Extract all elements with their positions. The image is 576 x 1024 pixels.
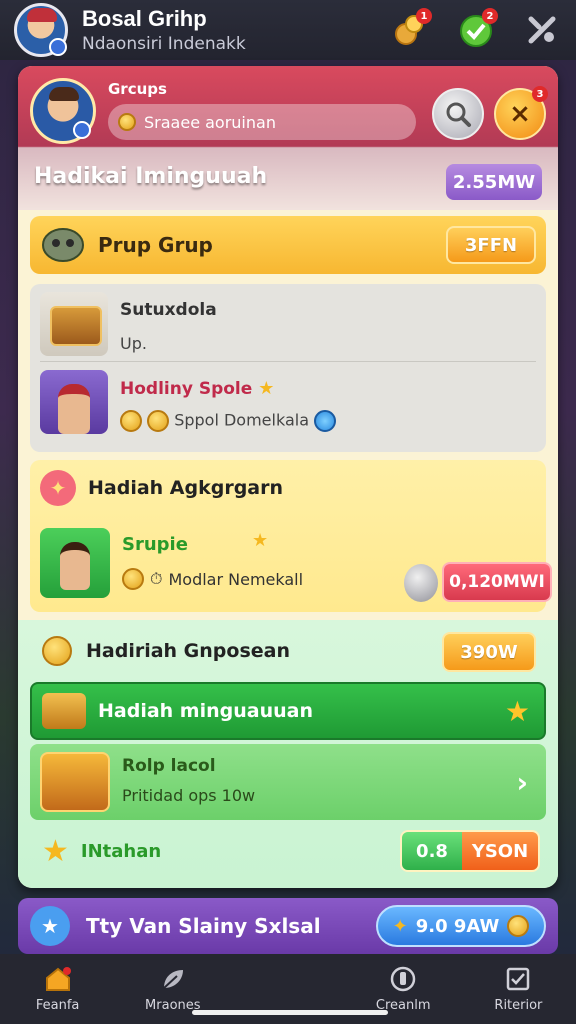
star-icon: ★ — [258, 378, 275, 399]
group-bar-label: Prup Grup — [98, 233, 213, 257]
clock-icon: ⏱ — [150, 569, 163, 588]
player-sub: ⏱ Modlar Nemekall — [122, 568, 303, 590]
star-icon: ★ — [504, 694, 530, 728]
bulb-icon — [118, 113, 136, 131]
reward-card-header: ✦ Hadiah Agkgrgarn — [40, 470, 283, 506]
list-item-title: Sutuxdola — [120, 300, 217, 320]
promo-bar[interactable]: ★ Tty Van Slainy Sxlsal ✦ 9.0 9AW — [18, 898, 558, 954]
search-placeholder: Sraaee aoruinan — [144, 112, 276, 132]
mask-icon — [42, 228, 84, 262]
gift-icon: ✦ — [40, 470, 76, 506]
search-icon — [446, 102, 471, 127]
app-title: Bosal Grihp — [82, 6, 207, 31]
footer-value-b: YSON — [462, 832, 538, 870]
check-shield-icon[interactable]: 2 — [456, 8, 498, 50]
groups-label: Grcups — [108, 80, 167, 98]
home-icon — [45, 966, 71, 991]
section-group: Prup Grup 3FFN Sutuxdola Up. Hodliny Spo… — [18, 210, 558, 620]
nav-item-label: Feanfa — [35, 997, 80, 1013]
list-item-sub: Sppol Domelkala — [120, 410, 337, 432]
coin-icon — [147, 410, 170, 432]
nav-item-home[interactable]: Feanfa — [0, 954, 115, 1024]
top-titles: Bosal Grihp Ndaonsiri Indenakk — [82, 6, 246, 54]
top-icons: 1 2 — [390, 8, 562, 50]
check-badge: 2 — [482, 8, 498, 24]
reward-item-title: Rolp lacol — [122, 756, 216, 776]
close-badge: 3 — [532, 86, 548, 102]
list-item[interactable]: Sutuxdola Up. — [40, 292, 536, 362]
coins-badge: 1 — [416, 8, 432, 24]
settings-icon-svg — [528, 16, 556, 44]
lock-icon — [404, 564, 438, 602]
weekly-reward-label: Hadiah minguauuan — [98, 700, 313, 722]
promo-label: Tty Van Slainy Sxlsal — [86, 914, 321, 938]
coin-icon — [122, 568, 144, 590]
promo-value: 9.0 9AW — [415, 915, 500, 937]
coins-icon[interactable]: 1 — [390, 8, 432, 50]
group-bar[interactable]: Prup Grup 3FFN — [30, 216, 546, 274]
treasure-icon — [40, 752, 110, 812]
reward-card-title: Hadiah Agkgrgarn — [88, 477, 284, 499]
list-item-title: Hodliny Spole ★ — [120, 378, 274, 399]
section-rewards: Hadiriah Gnposean 390W Hadiah minguauuan… — [18, 620, 558, 888]
player-sub-text: Modlar Nemekall — [168, 569, 304, 589]
weekly-reward-bar[interactable]: Hadiah minguauuan ★ — [30, 682, 546, 740]
coin-icon — [507, 915, 530, 937]
shield-icon — [390, 966, 416, 991]
nav-item-filter[interactable]: Riterior — [461, 954, 576, 1024]
list-item-title-text: Hodliny Spole — [120, 379, 253, 399]
promo-button[interactable]: ✦ 9.0 9AW — [376, 905, 546, 947]
rewards-header: Hadiriah Gnposean — [42, 636, 290, 666]
coins-icon — [120, 410, 142, 432]
search-button[interactable] — [432, 88, 484, 140]
claim-button[interactable]: 0,120MWI — [442, 562, 552, 602]
home-indicator[interactable] — [192, 1010, 388, 1015]
panel-title: Hadikai Iminguuah — [34, 164, 268, 189]
rewards-value[interactable]: 390W — [442, 632, 536, 672]
player-avatar — [40, 370, 108, 434]
avatar-badge-icon — [49, 38, 67, 56]
list-item-sub: Up. — [120, 334, 147, 353]
list-item-sub-text: Sppol Domelkala — [174, 410, 309, 430]
profile-avatar[interactable] — [14, 3, 68, 57]
panel-header: Grcups Sraaee aoruinan × 3 Hadikai Iming… — [18, 66, 558, 212]
top-bar: Bosal Grihp Ndaonsiri Indenakk 1 2 — [0, 0, 576, 60]
player-name: Srupie — [122, 534, 188, 555]
hat-icon — [27, 8, 57, 22]
nav-item-label: Riterior — [494, 997, 543, 1013]
reward-item[interactable]: Rolp lacol Pritidad ops 10w › — [30, 744, 546, 820]
chest-icon — [42, 693, 86, 729]
list-item[interactable]: Hodliny Spole ★ Sppol Domelkala — [40, 370, 536, 444]
search-input[interactable]: Sraaee aoruinan — [108, 104, 416, 140]
sparkle-icon: ✦ — [392, 915, 408, 937]
group-avatar-badge-icon — [73, 121, 91, 139]
footer-value-a: 0.8 — [402, 832, 462, 870]
hair-icon — [49, 87, 79, 101]
chest-icon — [40, 292, 108, 356]
settings-icon[interactable] — [522, 10, 562, 50]
coin-icon — [42, 636, 72, 666]
reward-card: ✦ Hadiah Agkgrgarn Srupie ★ ⏱ Modlar Nem… — [30, 460, 552, 612]
group-bar-value[interactable]: 3FFN — [446, 226, 536, 264]
panel-value-badge: 2.55MW — [446, 164, 542, 200]
rewards-footer-label: INtahan — [80, 841, 162, 862]
main-panel: Grcups Sraaee aoruinan × 3 Hadikai Iming… — [18, 66, 558, 888]
close-button[interactable]: × 3 — [494, 86, 548, 140]
close-icon: × — [509, 99, 531, 129]
app-subtitle: Ndaonsiri Indenakk — [82, 34, 246, 54]
star-badge-icon: ★ — [30, 906, 70, 946]
player-avatar — [40, 528, 110, 598]
reward-item-sub: Pritidad ops 10w — [122, 786, 256, 805]
star-icon: ★ — [252, 530, 269, 551]
leaf-icon — [163, 969, 183, 989]
rewards-footer-button[interactable]: 0.8 YSON — [400, 830, 540, 872]
rewards-title: Hadiriah Gnposean — [86, 640, 290, 662]
star-icon: ★ — [42, 834, 69, 869]
checkbox-icon — [507, 967, 530, 990]
chevron-right-icon: › — [516, 766, 528, 799]
group-list: Sutuxdola Up. Hodliny Spole ★ Sppol Dome… — [30, 284, 546, 452]
bolt-icon — [314, 410, 337, 432]
rewards-footer: ★ INtahan — [42, 834, 161, 869]
group-avatar[interactable] — [30, 78, 96, 144]
